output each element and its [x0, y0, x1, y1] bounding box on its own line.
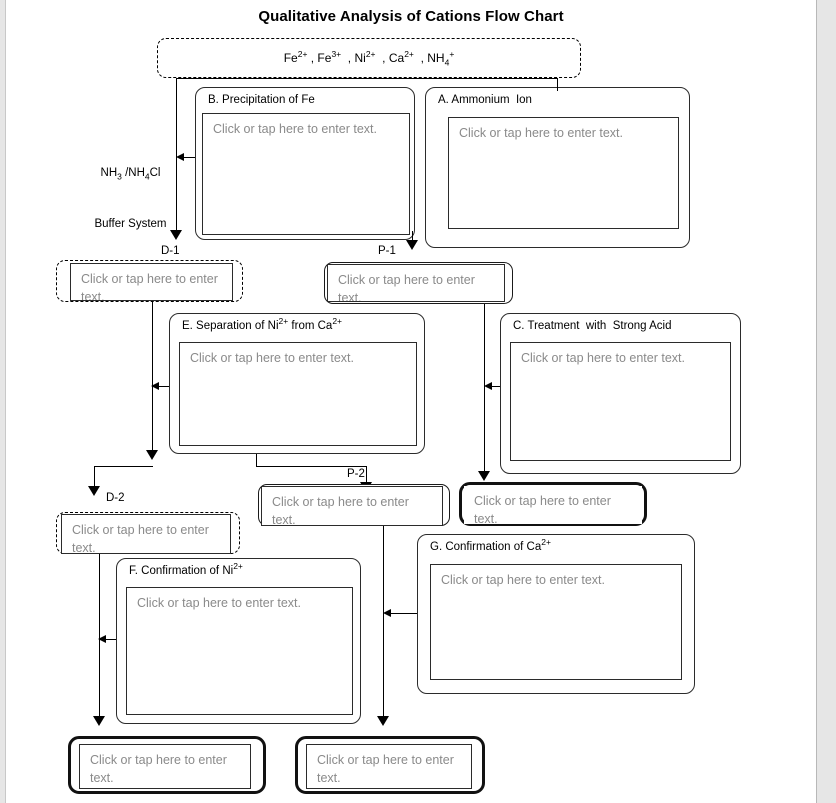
- edge-label-p2: P-2: [347, 468, 365, 480]
- stage-a-input[interactable]: Click or tap here to enter text.: [448, 117, 679, 229]
- node-p1-input[interactable]: Click or tap here to enter text.: [327, 264, 505, 302]
- stage-g-title: G. Confirmation of Ca2+: [430, 537, 551, 553]
- stage-f-title: F. Confirmation of Ni2+: [129, 561, 243, 577]
- stage-b-title: B. Precipitation of Fe: [208, 94, 315, 106]
- edge-label-p1: P-1: [378, 245, 396, 257]
- sample-ions-box[interactable]: Fe2+ , Fe3+ , Ni2+ , Ca2+ , NH4+: [157, 38, 581, 78]
- arrowhead-to-d2: [88, 486, 100, 496]
- stage-c-input[interactable]: Click or tap here to enter text.: [510, 342, 731, 461]
- node-final-right-input[interactable]: Click or tap here to enter text.: [306, 744, 472, 789]
- connector-p2-down: [383, 526, 384, 724]
- page-title: Qualitative Analysis of Cations Flow Cha…: [258, 8, 564, 25]
- buffer-reagent-line: NH3 /NH4Cl: [100, 166, 161, 181]
- arrowhead-g-to-spine: [383, 609, 391, 617]
- arrowhead-d1-down: [146, 450, 158, 460]
- sample-ions-label: Fe2+ , Fe3+ , Ni2+ , Ca2+ , NH4+: [283, 49, 455, 68]
- arrowhead-to-p1: [406, 240, 418, 250]
- node-p1-result[interactable]: Click or tap here to enter text.: [459, 482, 647, 526]
- stage-box-b[interactable]: B. Precipitation of Fe Click or tap here…: [195, 87, 415, 240]
- edge-label-d1: D-1: [161, 245, 180, 257]
- connector-sample-to-a-stub: [557, 78, 558, 91]
- node-final-left-input[interactable]: Click or tap here to enter text.: [79, 744, 251, 789]
- node-final-left[interactable]: Click or tap here to enter text.: [68, 736, 266, 794]
- document-page: Qualitative Analysis of Cations Flow Cha…: [6, 0, 816, 803]
- connector-g-to-spine: [389, 613, 417, 614]
- stage-box-g[interactable]: G. Confirmation of Ca2+ Click or tap her…: [417, 534, 695, 694]
- arrowhead-c-to-spine: [484, 382, 492, 390]
- stage-g-input[interactable]: Click or tap here to enter text.: [430, 564, 682, 680]
- stage-e-input[interactable]: Click or tap here to enter text.: [179, 342, 417, 446]
- stage-b-input[interactable]: Click or tap here to enter text.: [202, 113, 410, 235]
- stage-box-a[interactable]: A. Ammonium Ion Click or tap here to ent…: [425, 87, 690, 248]
- stage-c-title: C. Treatment with Strong Acid: [513, 320, 672, 332]
- right-page-gutter: [816, 0, 836, 803]
- node-d2[interactable]: Click or tap here to enter text.: [56, 512, 240, 554]
- connector-spine-to-d2: [94, 466, 153, 467]
- stage-f-input[interactable]: Click or tap here to enter text.: [126, 587, 353, 715]
- stage-box-e[interactable]: E. Separation of Ni2+ from Ca2+ Click or…: [169, 313, 425, 454]
- node-d1-input[interactable]: Click or tap here to enter text.: [70, 263, 233, 301]
- stage-a-title: A. Ammonium Ion: [438, 94, 532, 106]
- stage-box-f[interactable]: F. Confirmation of Ni2+ Click or tap her…: [116, 558, 361, 724]
- node-d1[interactable]: Click or tap here to enter text.: [56, 260, 243, 302]
- connector-to-p2: [256, 466, 366, 467]
- node-p1[interactable]: Click or tap here to enter text.: [324, 262, 513, 304]
- connector-d1-down: [152, 302, 153, 458]
- arrowhead-d2-down: [93, 716, 105, 726]
- buffer-system-line: Buffer System: [94, 218, 167, 231]
- arrowhead-p1-down: [478, 471, 490, 481]
- stage-box-c[interactable]: C. Treatment with Strong Acid Click or t…: [500, 313, 741, 474]
- node-p2-input[interactable]: Click or tap here to enter text.: [261, 486, 443, 526]
- node-d2-input[interactable]: Click or tap here to enter text.: [61, 514, 231, 554]
- connector-sample-to-a: [176, 78, 557, 79]
- edge-label-d2: D-2: [106, 492, 125, 504]
- node-final-right[interactable]: Click or tap here to enter text.: [295, 736, 485, 794]
- connector-p1-down: [484, 304, 485, 479]
- node-p1-result-input[interactable]: Click or tap here to enter text.: [464, 486, 642, 524]
- node-p2[interactable]: Click or tap here to enter text.: [258, 484, 450, 526]
- arrowhead-e-to-spine: [151, 382, 159, 390]
- stage-e-title: E. Separation of Ni2+ from Ca2+: [182, 316, 343, 332]
- arrowhead-f-to-spine: [98, 635, 106, 643]
- arrowhead-p2-down: [377, 716, 389, 726]
